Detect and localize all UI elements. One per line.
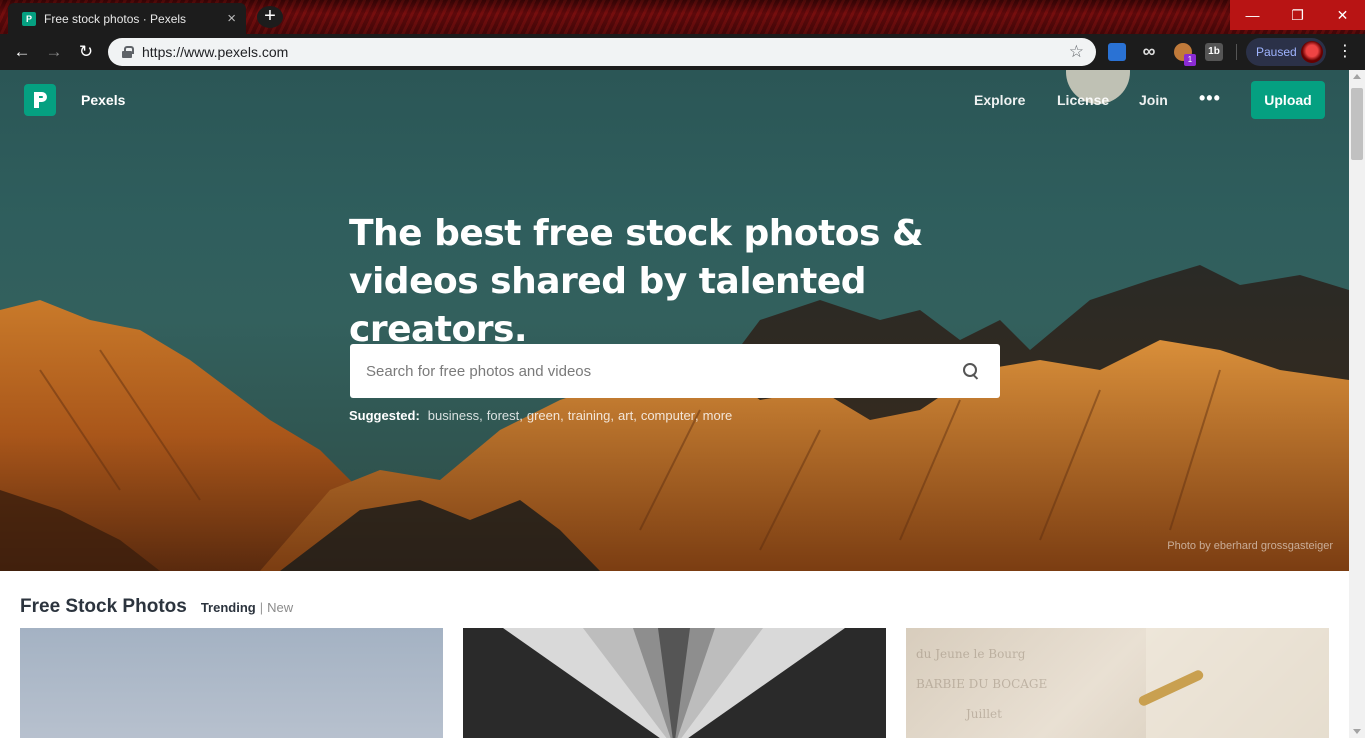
section-header: Free Stock Photos Trending | New [20, 596, 293, 618]
scroll-up-icon[interactable] [1353, 74, 1361, 79]
new-tab-icon[interactable]: + [257, 6, 283, 28]
tab-title: Free stock photos · Pexels [44, 11, 187, 26]
suggested-tag-forest[interactable]: forest [487, 408, 520, 423]
section-title: Free Stock Photos [20, 596, 187, 617]
suggested-tag-art[interactable]: art [618, 408, 633, 423]
upload-button[interactable]: Upload [1251, 81, 1325, 119]
suggested-tag-training[interactable]: training [568, 408, 611, 423]
extension-1b-icon[interactable]: 1b [1205, 43, 1223, 61]
tab-separator: | [259, 600, 264, 615]
search-input[interactable] [366, 362, 962, 380]
hero-section: Pexels Explore License Join ••• Upload T… [0, 70, 1349, 571]
forward-icon[interactable]: → [44, 42, 64, 62]
suggested-label: Suggested: [349, 408, 420, 423]
photo-credit[interactable]: Photo by eberhard grossgasteiger [1167, 540, 1333, 552]
suggested-tag-business[interactable]: business [428, 408, 479, 423]
infinity-extension-icon[interactable]: ∞ [1140, 42, 1158, 61]
scrollbar-thumb[interactable] [1351, 88, 1363, 160]
profile-paused-button[interactable]: Paused [1246, 38, 1326, 66]
reload-icon[interactable]: ↻ [76, 42, 96, 62]
tab-close-icon[interactable]: × [227, 11, 236, 26]
logo-text[interactable]: Pexels [81, 92, 125, 108]
extension-badge: 1 [1184, 54, 1196, 66]
suggested-tag-computer[interactable]: computer [641, 408, 695, 423]
suggested-tag-green[interactable]: green [527, 408, 560, 423]
address-bar[interactable]: https://www.pexels.com ☆ [108, 38, 1096, 66]
pexels-favicon-icon: P [22, 11, 36, 26]
hero-title: The best free stock photos & videos shar… [349, 213, 923, 350]
photo-card[interactable]: du Jeune le Bourg BARBIE DU BOCAGE Juill… [906, 628, 1329, 738]
url-text[interactable]: https://www.pexels.com [142, 44, 1069, 60]
search-icon[interactable] [962, 362, 980, 380]
pexels-logo-icon[interactable] [24, 84, 56, 116]
nav-license[interactable]: License [1057, 92, 1109, 108]
page-scrollbar[interactable] [1349, 70, 1365, 738]
minimize-button[interactable]: — [1230, 0, 1275, 30]
extension-icon[interactable] [1108, 43, 1126, 61]
svg-text:BARBIE DU BOCAGE: BARBIE DU BOCAGE [916, 677, 1047, 691]
search-box[interactable] [350, 344, 1000, 398]
more-menu-icon[interactable]: ••• [1199, 88, 1221, 109]
browser-tab[interactable]: P Free stock photos · Pexels × [8, 3, 246, 34]
browser-toolbar: ← → ↻ https://www.pexels.com ☆ ∞ 1 1b Pa… [0, 34, 1365, 70]
back-icon[interactable]: ← [12, 42, 32, 62]
suggested-tags: Suggested: business, forest, green, trai… [349, 408, 733, 423]
suggested-tag-more[interactable]: more [703, 408, 733, 423]
toolbar-divider [1236, 44, 1237, 60]
nav-join[interactable]: Join [1139, 92, 1168, 108]
photo-card[interactable] [463, 628, 886, 738]
svg-text:Juillet: Juillet [964, 707, 1002, 721]
paused-label: Paused [1256, 45, 1297, 59]
nav-explore[interactable]: Explore [974, 92, 1025, 108]
close-window-button[interactable]: ✕ [1320, 0, 1365, 30]
page-viewport: Pexels Explore License Join ••• Upload T… [0, 70, 1349, 738]
photo-card[interactable] [20, 628, 443, 738]
site-header: Pexels Explore License Join ••• Upload [0, 70, 1349, 130]
menu-icon[interactable]: ⋮ [1337, 42, 1353, 62]
tab-new[interactable]: New [267, 600, 293, 615]
star-icon[interactable]: ☆ [1069, 42, 1084, 62]
restore-button[interactable]: ❐ [1275, 0, 1320, 30]
profile-avatar [1301, 41, 1323, 63]
svg-text:du Jeune le Bourg: du Jeune le Bourg [916, 647, 1026, 661]
scroll-down-icon[interactable] [1353, 729, 1361, 734]
window-titlebar: P Free stock photos · Pexels × + — ❐ ✕ [0, 0, 1365, 34]
lock-icon [122, 46, 134, 58]
tab-trending[interactable]: Trending [201, 600, 256, 615]
